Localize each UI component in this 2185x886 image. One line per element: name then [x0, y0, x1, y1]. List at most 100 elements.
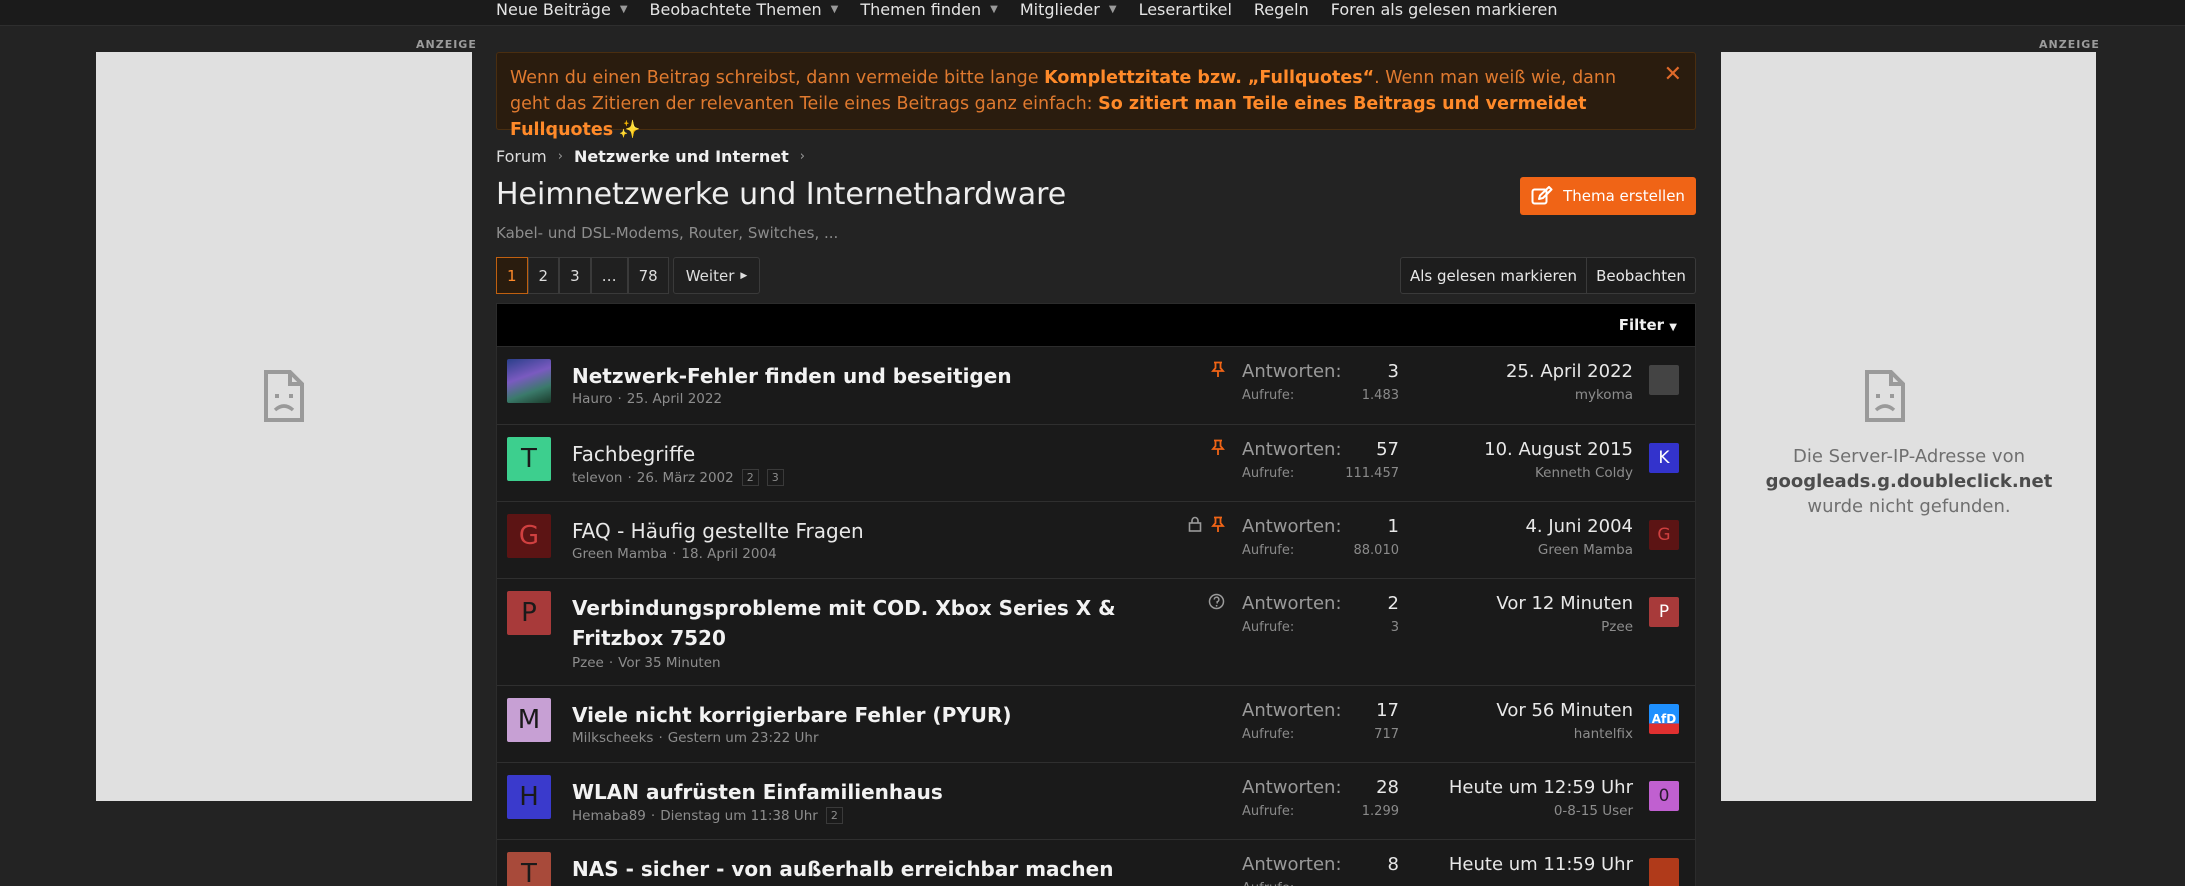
avatar[interactable]: T [507, 437, 551, 481]
nav-item[interactable]: Foren als gelesen markieren [1331, 0, 1580, 19]
page-link[interactable]: … [590, 257, 628, 294]
last-poster-avatar[interactable]: 0 [1649, 781, 1679, 811]
nav-item[interactable]: Mitglieder ▼ [1020, 0, 1139, 19]
thread-date: Dienstag um 11:38 Uhr [660, 807, 818, 824]
page-link[interactable]: 3 [559, 257, 591, 294]
nav-item-label: Leserartikel [1138, 0, 1232, 19]
last-post-date[interactable]: 10. August 2015 [1484, 439, 1633, 460]
thread-row[interactable]: G FAQ - Häufig gestellte Fragen Green Mamb… [497, 501, 1695, 578]
mark-read-button[interactable]: Als gelesen markieren [1400, 257, 1587, 294]
thread-row[interactable]: P Verbindungsprobleme mit COD. Xbox Serie… [497, 578, 1695, 685]
broken-page-icon [264, 370, 304, 422]
edit-icon [1531, 186, 1553, 205]
nav-item-label: Neue Beiträge [496, 0, 611, 19]
last-poster-avatar[interactable]: P [1649, 597, 1679, 627]
ad-label-right: ANZEIGE [2039, 38, 2100, 51]
last-post-user[interactable]: 0-8-15 User [1554, 803, 1633, 819]
breadcrumb-section[interactable]: Netzwerke und Internet [574, 147, 789, 166]
last-post-date[interactable]: 25. April 2022 [1506, 361, 1633, 382]
watch-button[interactable]: Beobachten [1586, 257, 1696, 294]
replies-count: 17 [1376, 700, 1399, 721]
thread-title[interactable]: WLAN aufrüsten Einfamilienhaus [572, 777, 1152, 807]
page-link[interactable]: 1 [496, 257, 528, 294]
nav-item[interactable]: Beobachtete Themen ▼ [650, 0, 861, 19]
last-post-user[interactable]: Pzee [1601, 619, 1633, 635]
replies-label: Antworten: [1242, 516, 1342, 537]
views-count: 1.483 [1361, 388, 1399, 403]
ad-box-left[interactable] [96, 52, 472, 801]
caret-down-icon: ▼ [1108, 3, 1117, 15]
last-post-user[interactable]: Green Mamba [1538, 542, 1633, 558]
avatar[interactable]: G [507, 514, 551, 558]
last-poster-avatar[interactable] [1649, 365, 1679, 395]
thread-title[interactable]: Netzwerk-Fehler finden und beseitigen [572, 361, 1152, 391]
last-post-date[interactable]: 4. Juni 2004 [1525, 516, 1633, 537]
thread-author[interactable]: Hemaba89 [572, 808, 646, 824]
thread-author[interactable]: Milkscheeks [572, 730, 653, 746]
page-link[interactable]: 78 [627, 257, 669, 294]
last-post-user[interactable]: Kenneth Coldy [1535, 465, 1633, 481]
ad-box-right[interactable]: Die Server-IP-Adresse von googleads.g.do… [1721, 52, 2096, 801]
thread-page-link[interactable]: 2 [825, 807, 843, 824]
thread-page-link[interactable]: 2 [741, 469, 759, 486]
thread-author[interactable]: televon [572, 470, 622, 486]
last-post-user[interactable]: hantelfix [1574, 726, 1633, 742]
pin-icon [1211, 439, 1225, 460]
thread-row[interactable]: T Fachbegriffe televon · 26. März 2002 2 3 Antw… [497, 424, 1695, 501]
last-post-date[interactable]: Heute um 11:59 Uhr [1449, 854, 1633, 875]
views-label: Aufrufe: [1242, 881, 1294, 886]
thread-row[interactable]: Netzwerk-Fehler finden und beseitigen Hau… [497, 347, 1695, 424]
thread-author[interactable]: Hauro [572, 391, 613, 407]
notice-link-fullquotes[interactable]: Komplettzitate bzw. „Fullquotes“ [1044, 68, 1374, 88]
thread-author[interactable]: Green Mamba [572, 546, 667, 562]
page-title: Heimnetzwerke und Internethardware [496, 177, 1067, 212]
avatar[interactable]: M [507, 698, 551, 742]
avatar[interactable]: T [507, 852, 551, 886]
thread-date: Vor 35 Minuten [618, 655, 721, 671]
views-label: Aufrufe: [1242, 543, 1295, 558]
nav-item[interactable]: Themen finden ▼ [860, 0, 1019, 19]
views-label: Aufrufe: [1242, 466, 1295, 481]
quote-notice: Wenn du einen Beitrag schreibst, dann ve… [496, 52, 1696, 140]
last-poster-avatar[interactable]: K [1649, 443, 1679, 473]
ad-error-host: googleads.g.doubleclick.net [1765, 471, 2053, 492]
thread-date: 26. März 2002 [636, 469, 734, 486]
meta-separator: · [672, 546, 677, 562]
nav-item[interactable]: Regeln [1254, 0, 1331, 19]
thread-row[interactable]: H WLAN aufrüsten Einfamilienhaus Hemaba89 ·… [497, 762, 1695, 839]
thread-title[interactable]: Verbindungsprobleme mit COD. Xbox Series… [572, 593, 1152, 653]
last-poster-avatar[interactable] [1649, 858, 1679, 886]
avatar[interactable] [507, 359, 551, 403]
nav-item[interactable]: Leserartikel [1138, 0, 1254, 19]
thread-title[interactable]: Viele nicht korrigierbare Fehler (PYUR) [572, 700, 1152, 730]
last-post-date[interactable]: Vor 56 Minuten [1496, 700, 1633, 721]
thread-row[interactable]: M Viele nicht korrigierbare Fehler (PYUR)… [497, 685, 1695, 762]
last-post-date[interactable]: Heute um 12:59 Uhr [1449, 777, 1633, 798]
page-link[interactable]: 2 [527, 257, 560, 294]
views-count: 1.299 [1361, 804, 1399, 819]
close-icon[interactable]: ✕ [1664, 62, 1682, 88]
thread-title[interactable]: Fachbegriffe [572, 439, 1152, 469]
breadcrumb-forum[interactable]: Forum [496, 147, 547, 166]
last-poster-avatar[interactable]: AfD [1649, 704, 1679, 734]
views-count: 717 [1374, 727, 1399, 742]
avatar[interactable]: H [507, 775, 551, 819]
views-count: 111.457 [1345, 466, 1399, 481]
meta-separator: · [627, 469, 632, 486]
next-page-button[interactable]: Weiter ▶ [672, 257, 761, 294]
create-thread-button[interactable]: Thema erstellen [1520, 177, 1696, 215]
last-post-user[interactable]: mykoma [1575, 387, 1633, 403]
avatar[interactable]: P [507, 591, 551, 635]
thread-author[interactable]: Pzee [572, 655, 604, 671]
broken-page-icon [1865, 370, 1905, 422]
thread-row[interactable]: T NAS - sicher - von außerhalb erreichbar… [497, 839, 1695, 886]
thread-page-link[interactable]: 3 [766, 469, 784, 486]
thread-title[interactable]: NAS - sicher - von außerhalb erreichbar … [572, 854, 1152, 884]
nav-item[interactable]: Neue Beiträge ▼ [496, 0, 650, 19]
thread-title[interactable]: FAQ - Häufig gestellte Fragen [572, 516, 1152, 546]
last-post-date[interactable]: Vor 12 Minuten [1496, 593, 1633, 614]
views-count: 88.010 [1353, 543, 1400, 558]
last-poster-avatar[interactable]: G [1649, 520, 1679, 550]
filter-button[interactable]: Filter ▼ [1619, 316, 1677, 334]
chevron-right-icon: › [557, 149, 563, 164]
